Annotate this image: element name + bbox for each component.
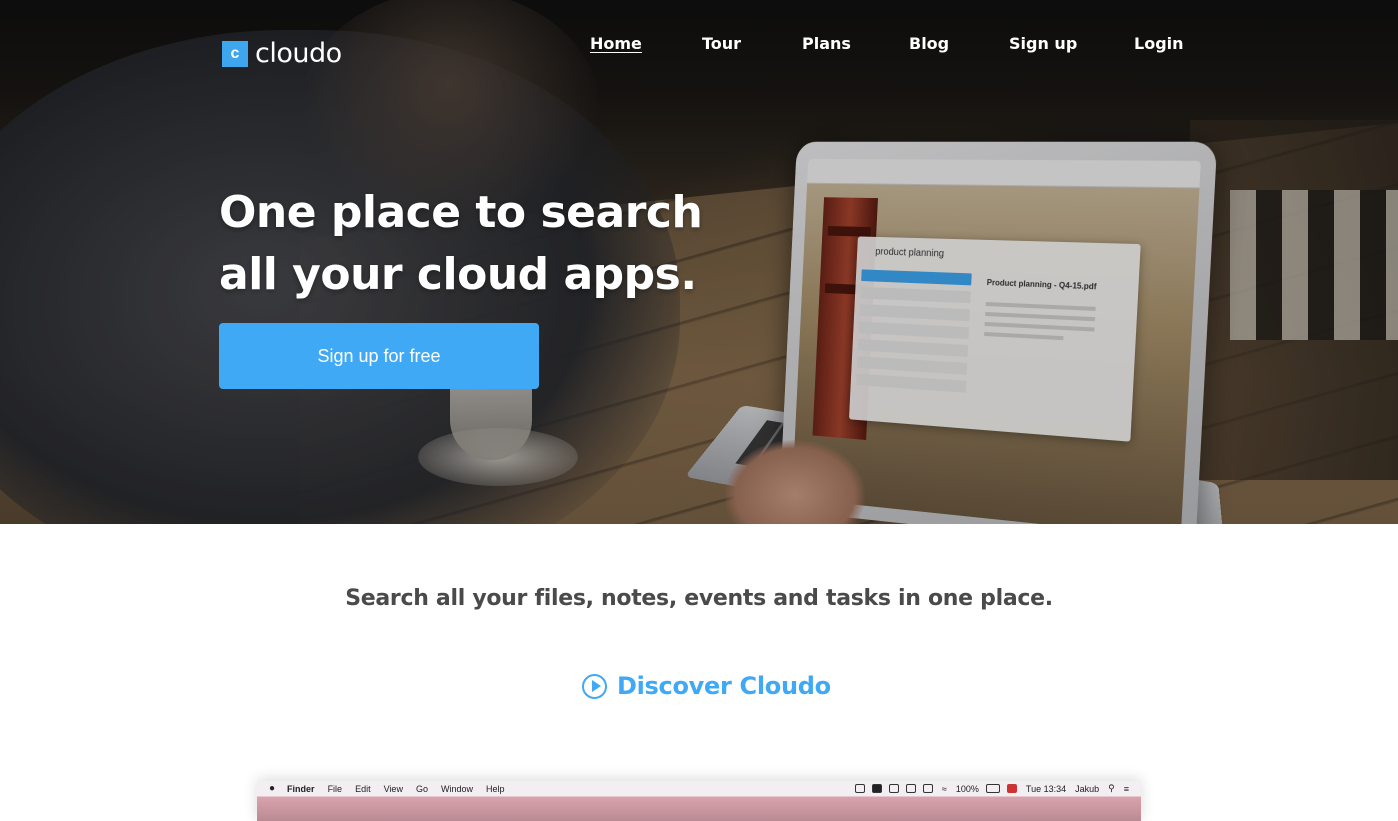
mac-menu-item: View	[384, 784, 403, 794]
logo-wordmark: cloudo	[255, 38, 342, 69]
tray-icon	[906, 784, 916, 793]
hero-headline-line-2: all your cloud apps.	[219, 244, 779, 306]
mac-clock: Tue 13:34	[1026, 784, 1066, 794]
apple-icon: ●	[269, 783, 275, 794]
nav-login-link[interactable]: Login	[1134, 34, 1184, 53]
discover-cloudo-label: Discover Cloudo	[617, 672, 831, 700]
hero-section: product planning Product planning - Q4-1…	[0, 0, 1398, 524]
tray-icon	[889, 784, 899, 793]
logo-link[interactable]: c cloudo	[222, 38, 342, 69]
wifi-icon: ≈	[942, 784, 947, 794]
mac-menu-item: Go	[416, 784, 428, 794]
nav-plans-link[interactable]: Plans	[802, 34, 851, 53]
mac-menubar: ● Finder File Edit View Go Window Help ≈…	[257, 781, 1141, 796]
tray-icon	[855, 784, 865, 793]
nav-home-link[interactable]: Home	[590, 34, 642, 53]
mac-menu-item: Help	[486, 784, 505, 794]
nav-tour-link[interactable]: Tour	[702, 34, 741, 53]
nav-blog-link[interactable]: Blog	[909, 34, 949, 53]
play-circle-icon	[582, 674, 607, 699]
mac-user: Jakub	[1075, 784, 1099, 794]
mac-screenshot-preview: ● Finder File Edit View Go Window Help ≈…	[257, 781, 1141, 821]
cloudo-tray-icon	[872, 784, 882, 793]
top-navigation: c cloudo Home Tour Plans Blog Sign up Lo…	[0, 0, 1398, 90]
mac-menubar-status: ≈ 100% Tue 13:34 Jakub ⚲ ≡	[848, 781, 1129, 796]
spotlight-search-icon: ⚲	[1108, 783, 1115, 794]
hero-headline: One place to search all your cloud apps.	[219, 182, 779, 306]
tray-icon	[923, 784, 933, 793]
logo-icon: c	[222, 41, 248, 67]
nav-signup-link[interactable]: Sign up	[1009, 34, 1077, 53]
mac-menu-item: Finder	[287, 784, 315, 794]
battery-percent: 100%	[956, 784, 979, 794]
flag-icon	[1007, 784, 1017, 793]
hero-headline-line-1: One place to search	[219, 182, 779, 244]
discover-cloudo-link[interactable]: Discover Cloudo	[582, 672, 831, 700]
mac-menu-item: File	[328, 784, 343, 794]
battery-icon	[986, 784, 1000, 793]
mac-menu-item: Edit	[355, 784, 371, 794]
features-tagline: Search all your files, notes, events and…	[0, 586, 1398, 611]
signup-free-button[interactable]: Sign up for free	[219, 323, 539, 389]
notification-list-icon: ≡	[1124, 784, 1129, 794]
mac-menu-item: Window	[441, 784, 473, 794]
